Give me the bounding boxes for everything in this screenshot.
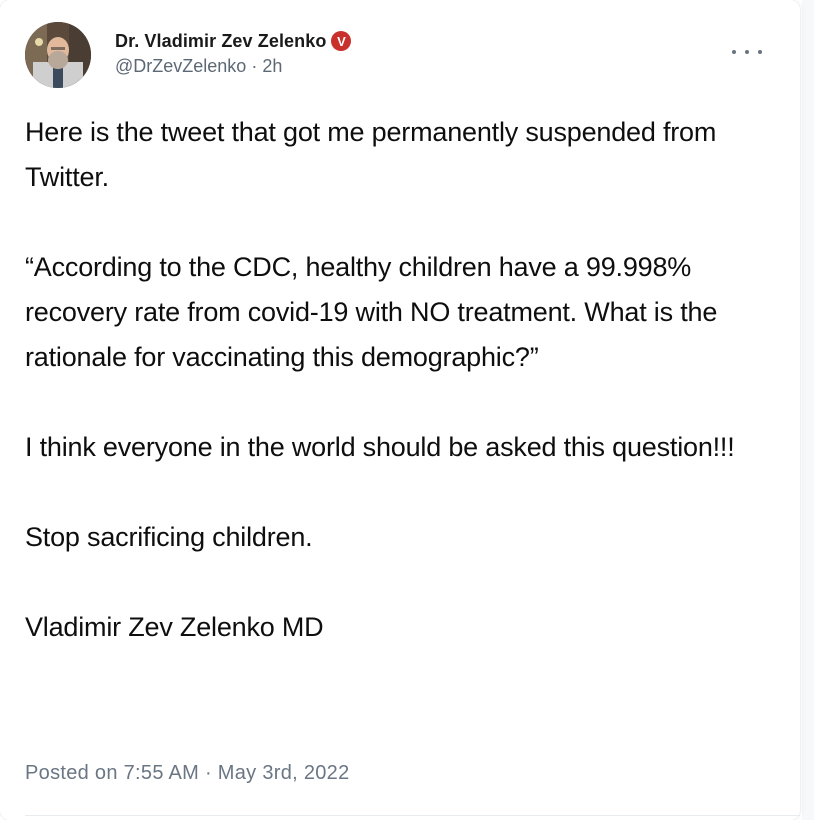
page-background-edge	[802, 0, 814, 820]
post-paragraph: “According to the CDC, healthy children …	[25, 252, 718, 372]
post-paragraph: Here is the tweet that got me permanentl…	[25, 117, 717, 192]
divider	[25, 815, 800, 816]
author-meta: @DrZevZelenko · 2h	[115, 56, 282, 77]
verified-badge-letter: V	[337, 33, 346, 49]
author-handle[interactable]: @DrZevZelenko	[115, 56, 246, 76]
post-paragraph: Vladimir Zev Zelenko MD	[25, 612, 324, 642]
posted-timestamp[interactable]: Posted on 7:55 AM · May 3rd, 2022	[25, 762, 350, 785]
more-dot	[732, 50, 736, 54]
meta-separator: ·	[251, 56, 258, 76]
post-card: Dr. Vladimir Zev Zelenko V @DrZevZelenko…	[0, 0, 800, 820]
more-dot	[745, 50, 749, 54]
post-paragraph: Stop sacrificing children.	[25, 522, 313, 552]
more-dot	[758, 50, 762, 54]
post-header: Dr. Vladimir Zev Zelenko V @DrZevZelenko…	[25, 22, 785, 88]
avatar-image	[25, 22, 91, 88]
verified-badge-icon: V	[331, 31, 352, 51]
post-paragraph: I think everyone in the world should be …	[25, 432, 735, 462]
post-body: Here is the tweet that got me permanentl…	[25, 110, 785, 650]
more-options-icon[interactable]	[732, 42, 762, 62]
post-age[interactable]: 2h	[262, 56, 282, 76]
author-name[interactable]: Dr. Vladimir Zev Zelenko	[115, 31, 326, 52]
author-name-row: Dr. Vladimir Zev Zelenko V	[115, 29, 352, 53]
avatar[interactable]	[25, 22, 91, 88]
